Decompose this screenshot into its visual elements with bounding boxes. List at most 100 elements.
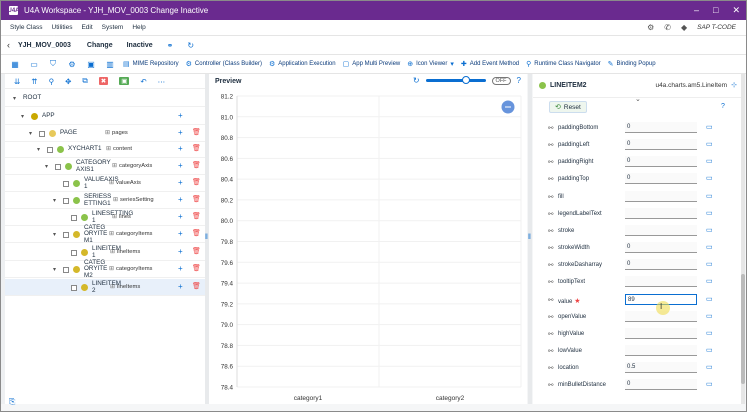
node-checkbox[interactable] <box>39 130 45 137</box>
sap-tcode-label[interactable]: SAP T-CODE <box>697 24 736 31</box>
folder-icon[interactable]: ▭ <box>706 209 713 217</box>
folder-icon[interactable]: ▭ <box>706 346 713 354</box>
delete-node-icon[interactable]: 🗑 <box>192 212 201 220</box>
property-input-minbulletdistance[interactable]: 0 <box>625 379 697 391</box>
property-input-strokedasharray[interactable]: 0 <box>625 259 697 271</box>
class-link-icon[interactable]: ⊹ <box>731 81 737 89</box>
add-child-icon[interactable]: + <box>178 161 183 170</box>
tree-node-xychart1[interactable]: ▾ XYCHART1 ⊞ content + 🗑 <box>5 141 205 158</box>
property-input-paddingright[interactable]: 0 <box>625 156 697 168</box>
folder-icon[interactable]: ▭ <box>706 192 713 200</box>
folder-icon[interactable]: ▭ <box>706 140 713 148</box>
add-child-icon[interactable]: + <box>178 144 183 153</box>
binding-icon[interactable]: ⚯ <box>548 210 553 218</box>
binoculars-icon[interactable]: ⚭ <box>167 41 174 50</box>
expand-chevron-icon[interactable]: ▾ <box>37 146 43 153</box>
grid-icon[interactable]: ▥ <box>104 60 116 69</box>
tree-node-linesetting1[interactable]: LINESETTING 1 ⊞ lines + 🗑 <box>5 209 205 226</box>
delete-node-icon[interactable]: 🗑 <box>192 144 201 152</box>
property-input-lowvalue[interactable] <box>625 344 697 356</box>
property-input-paddingtop[interactable]: 0 <box>625 173 697 185</box>
icon-viewer-button[interactable]: ⊕ Icon Viewer ▾ <box>407 60 454 68</box>
expand-chevron-icon[interactable]: ▾ <box>29 130 35 137</box>
tree-node-lineitem1[interactable]: LINEITEM 1 ⊞ lineItems + 🗑 <box>5 244 205 261</box>
property-input-fill[interactable] <box>625 190 697 202</box>
menu-utilities[interactable]: Utilities <box>52 24 73 31</box>
expand-chevron-icon[interactable]: ▾ <box>13 95 19 102</box>
settings-icon[interactable]: ⚙ <box>647 23 654 32</box>
expand-chevron-icon[interactable]: ▾ <box>53 266 59 273</box>
binding-icon[interactable]: ⚯ <box>548 124 553 132</box>
property-input-legendlabeltext[interactable] <box>625 207 697 219</box>
expand-chevron-icon[interactable]: ▾ <box>53 231 59 238</box>
folder-icon[interactable]: ▭ <box>706 329 713 337</box>
tree-node-root[interactable]: ▾ ROOT <box>5 90 205 107</box>
folder-icon[interactable]: ▭ <box>706 295 713 303</box>
expand-chevron-icon[interactable]: ▾ <box>45 163 51 170</box>
delete-node-icon[interactable]: 🗑 <box>192 282 201 290</box>
tree-node-page[interactable]: ▾ PAGE ⊞ pages + 🗑 <box>5 125 205 142</box>
binding-icon[interactable]: ⚯ <box>548 175 553 183</box>
folder-icon[interactable]: ▭ <box>706 174 713 182</box>
binding-icon[interactable]: ⚯ <box>548 261 553 269</box>
maximize-icon[interactable]: □ <box>713 5 718 15</box>
node-checkbox[interactable] <box>63 231 69 238</box>
binding-icon[interactable]: ⚯ <box>548 313 553 321</box>
expand-chevron-icon[interactable]: ▾ <box>21 113 27 120</box>
property-input-stroke[interactable] <box>625 224 697 236</box>
binding-icon[interactable]: ⚯ <box>548 141 553 149</box>
add-child-icon[interactable]: + <box>178 282 183 291</box>
layout-icon[interactable]: ▦ <box>9 60 21 69</box>
binding-icon[interactable]: ⚯ <box>548 278 553 286</box>
search-icon[interactable]: ⚲ <box>49 77 55 86</box>
collapse-all-icon[interactable]: ⇈ <box>31 77 37 86</box>
folder-icon[interactable]: ▭ <box>706 363 713 371</box>
property-input-location[interactable]: 0.5 <box>625 362 697 374</box>
undo-icon[interactable]: ↶ <box>140 77 146 86</box>
node-checkbox[interactable] <box>71 214 77 221</box>
property-input-paddingleft[interactable]: 0 <box>625 139 697 151</box>
binding-icon[interactable]: ⚯ <box>548 296 553 304</box>
node-checkbox[interactable] <box>47 146 53 153</box>
binding-icon[interactable]: ⚯ <box>548 381 553 389</box>
folder-icon[interactable]: ▭ <box>706 380 713 388</box>
binding-icon[interactable]: ⚯ <box>548 193 553 201</box>
delete-node-icon[interactable]: 🗑 <box>192 161 201 169</box>
reset-button[interactable]: ⟲ Reset <box>549 101 587 113</box>
binding-popup-button[interactable]: ✎ Binding Popup <box>608 60 656 68</box>
add-child-icon[interactable]: + <box>178 229 183 238</box>
folder-icon[interactable]: ▭ <box>706 226 713 234</box>
tree-node-categoryitem2[interactable]: ▾ CATEG ORYITE M2 ⊞ categoryItems + 🗑 <box>5 259 205 278</box>
display-icon[interactable]: ▭ <box>28 60 40 69</box>
help-icon[interactable]: ? <box>517 76 521 85</box>
refresh-icon[interactable]: ↻ <box>413 76 420 85</box>
add-child-icon[interactable]: + <box>178 212 183 221</box>
settings-icon[interactable]: ⚙ <box>66 60 78 69</box>
delete-node-icon[interactable]: 🗑 <box>192 229 201 237</box>
binding-icon[interactable]: ⚯ <box>548 330 553 338</box>
folder-icon[interactable]: ▭ <box>706 243 713 251</box>
mime-repository-button[interactable]: ▤ MIME Repository <box>123 60 179 68</box>
refresh-icon[interactable]: ↻ <box>187 41 194 50</box>
menu-style-class[interactable]: Style Class <box>10 24 43 31</box>
delete-node-icon[interactable]: 🗑 <box>192 247 201 255</box>
add-child-icon[interactable]: + <box>178 247 183 256</box>
menu-help[interactable]: Help <box>132 24 145 31</box>
node-checkbox[interactable] <box>63 180 69 187</box>
zoom-slider[interactable] <box>425 76 486 84</box>
property-input-strokewidth[interactable]: 0 <box>625 242 697 254</box>
scrollbar-thumb[interactable] <box>741 274 745 384</box>
tree-node-categoryitem1[interactable]: ▾ CATEG ORYITE M1 ⊞ categoryItems + 🗑 <box>5 224 205 243</box>
delete-node-icon[interactable]: 🗑 <box>192 264 201 272</box>
add-child-icon[interactable]: + <box>178 264 183 273</box>
runtime-class-navigator-button[interactable]: ⚲ Runtime Class Navigator <box>526 60 601 68</box>
collapse-chevron-icon[interactable]: ⌄ <box>635 95 641 103</box>
tree-node-app[interactable]: ▾ APP + <box>5 108 205 125</box>
node-checkbox[interactable] <box>55 163 61 170</box>
folder-icon[interactable]: ▭ <box>706 123 713 131</box>
application-execution-button[interactable]: ⚙ Application Execution <box>269 60 336 68</box>
minimize-icon[interactable]: – <box>694 5 699 15</box>
binding-icon[interactable]: ⚯ <box>548 364 553 372</box>
delete-node-icon[interactable]: 🗑 <box>192 128 201 136</box>
folder-icon[interactable]: ▭ <box>706 157 713 165</box>
